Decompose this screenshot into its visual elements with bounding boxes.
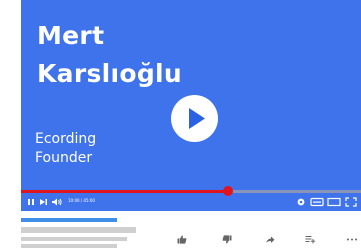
title-placeholder-bar xyxy=(21,218,117,222)
like-icon[interactable] xyxy=(177,235,187,244)
video-title-line-2: Karslıoğlu xyxy=(37,59,183,88)
gear-icon[interactable] xyxy=(296,197,306,207)
skip-next-icon[interactable] xyxy=(39,197,48,207)
progress-played xyxy=(21,190,229,193)
theater-mode-icon[interactable] xyxy=(327,197,341,207)
text-placeholder-bar xyxy=(21,237,127,241)
dislike-icon[interactable] xyxy=(222,235,232,244)
video-subtitle-line-2: Founder xyxy=(35,150,93,166)
more-icon[interactable] xyxy=(346,235,358,244)
text-placeholder-bar xyxy=(21,227,136,233)
play-button[interactable] xyxy=(171,95,218,142)
pause-icon[interactable] xyxy=(27,197,35,207)
video-title-line-1: Mert xyxy=(37,21,105,50)
video-player[interactable]: Mert Karslıoğlu Ecording Founder 10:00 /… xyxy=(21,0,361,211)
share-icon[interactable] xyxy=(265,235,275,244)
volume-icon[interactable] xyxy=(51,197,63,207)
subtitles-icon[interactable] xyxy=(310,197,324,207)
time-readout: 10:00 / 45:00 xyxy=(68,198,95,203)
play-icon xyxy=(189,108,205,129)
progress-bar[interactable] xyxy=(21,186,361,196)
video-subtitle-line-1: Ecording xyxy=(35,131,97,147)
fullscreen-icon[interactable] xyxy=(345,197,357,207)
add-to-playlist-icon[interactable] xyxy=(305,235,316,244)
text-placeholder-bar xyxy=(21,244,117,248)
